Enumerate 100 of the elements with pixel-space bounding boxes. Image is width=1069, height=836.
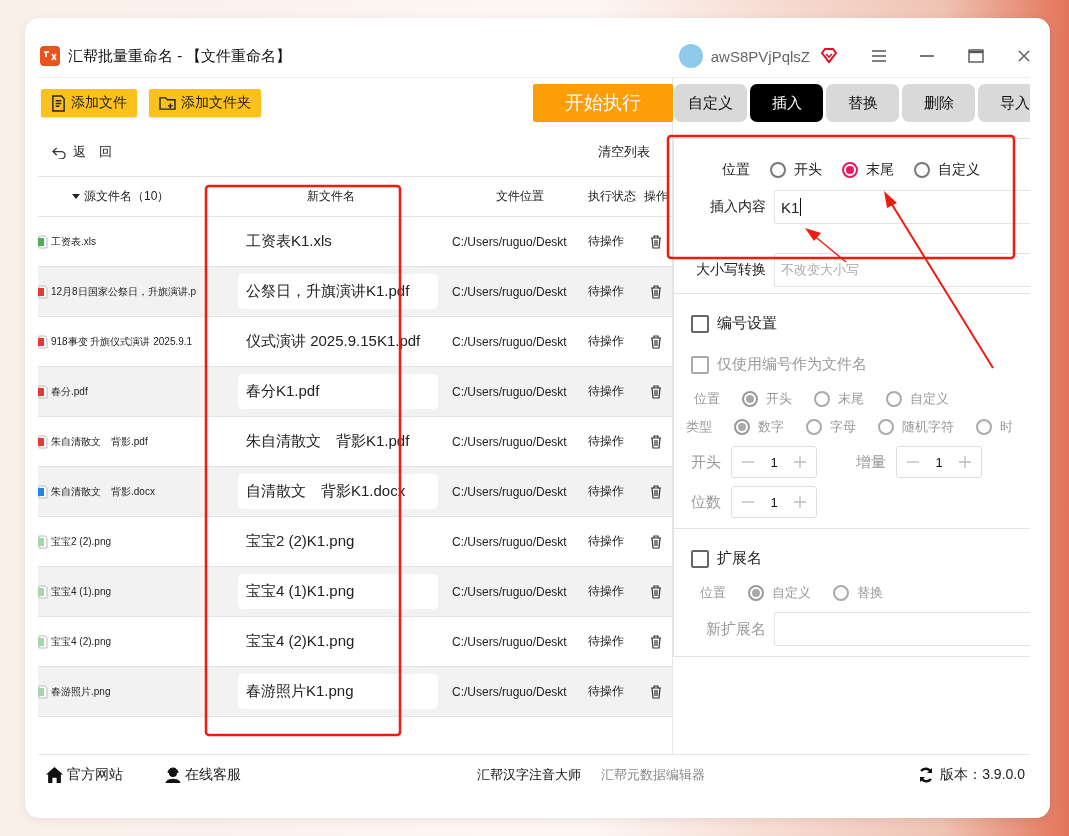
radio-option[interactable]: 开头 [770,161,822,179]
product-link[interactable]: 汇帮元数据编辑器 [600,766,705,784]
table-cell-text: 待操作 [588,583,625,600]
file-icon [38,334,48,349]
table-cell: 宝宝2 (2).png [51,534,112,549]
tab[interactable]: 导入 [978,84,1030,122]
field-label: 类型 [686,418,712,436]
delete-icon[interactable] [650,484,662,499]
radio-option[interactable]: 末尾 [842,161,894,179]
delete-icon[interactable] [650,634,662,649]
diamond-icon[interactable] [820,48,838,64]
checkbox-icon [691,314,709,333]
delete-icon[interactable] [650,534,662,549]
table-cell-text: C:/Users/ruguo/Deskt [452,384,568,399]
table-cell-text: 待操作 [588,483,625,500]
add-folder-button[interactable]: 添加文件夹 [149,89,261,117]
file-icon [38,284,48,299]
table-cell-text: C:/Users/ruguo/Deskt [452,584,568,599]
checkbox[interactable]: 编号设置 [686,308,1030,339]
delete-icon[interactable] [650,234,662,249]
delete-icon[interactable] [650,684,662,699]
window-title: 汇帮批量重命名 - 【文件重命名】 [68,46,292,66]
table-cell-text: C:/Users/ruguo/Deskt [452,334,568,349]
field-label: 位置 [700,584,726,602]
tab[interactable]: 自定义 [674,84,747,122]
table-cell-text: 待操作 [588,233,625,250]
checkbox-icon [691,355,709,374]
new-name-field[interactable]: 春分K1.pdf [238,374,438,409]
table-cell-text: 待操作 [588,333,625,350]
file-icon [38,684,48,699]
app-logo-icon [40,46,60,66]
table-cell-text: 待操作 [588,433,625,450]
folder-add-icon [159,95,176,111]
sort-caret-icon[interactable] [72,194,80,199]
field-label: 开头 [691,452,721,472]
table-cell: 春分.pdf [51,384,88,399]
tab[interactable]: 替换 [826,84,899,122]
file-icon [38,384,48,399]
column-header: 文件位置 [495,188,545,205]
tab[interactable]: 删除 [902,84,975,122]
annotation-arrow [805,228,847,263]
field-label: 位置 [722,161,750,179]
table-cell-text: C:/Users/ruguo/Deskt [452,284,568,299]
delete-icon[interactable] [650,434,662,449]
delete-icon[interactable] [650,334,662,349]
add-file-button[interactable]: 添加文件 [41,89,137,117]
delete-icon[interactable] [650,584,662,599]
column-header: 操作 [643,188,669,205]
checkbox-icon [691,549,709,568]
version-label: 版本：3.9.0.0 [940,766,1025,784]
table-cell: 春游照片.png [51,684,111,699]
column-header[interactable]: 源文件名（10） [84,188,170,205]
new-name-field[interactable]: 宝宝4 (1)K1.png [238,574,438,609]
table-cell-text: C:/Users/ruguo/Deskt [452,634,568,649]
delete-icon[interactable] [650,284,662,299]
radio-option[interactable]: 自定义 [914,161,980,179]
back-arrow-icon [52,145,67,159]
menu-icon[interactable] [872,50,886,62]
table-cell-text: C:/Users/ruguo/Deskt [452,234,568,249]
maximize-icon[interactable] [968,49,984,63]
home-icon [46,767,63,783]
table-cell: 工资表.xls [51,234,96,249]
file-icon [38,534,48,549]
field-label: 大小写转换 [695,261,766,279]
table-cell: 朱自清散文 背影.docx [51,484,155,499]
insert-content-field[interactable]: K1 [774,190,1030,224]
footer-link[interactable]: 在线客服 [165,766,241,784]
table-cell-text: C:/Users/ruguo/Deskt [452,684,568,699]
field-label: 插入内容 [709,198,766,216]
file-icon [38,584,48,599]
table-cell: 918事变 升旗仪式演讲 2025.9.1 [51,334,193,349]
table-cell-text: 待操作 [588,633,625,650]
file-icon [38,434,48,449]
table-cell-text: C:/Users/ruguo/Deskt [452,534,568,549]
table-cell-text: 待操作 [588,683,625,700]
field-label: 新扩展名 [705,619,766,639]
column-header: 执行状态 [588,188,637,205]
clear-list-button[interactable]: 清空列表 [598,143,650,161]
support-agent-icon [165,767,181,783]
new-name-field[interactable]: 春游照片K1.png [238,674,438,709]
table-cell-text: 待操作 [588,533,625,550]
delete-icon[interactable] [650,384,662,399]
tab[interactable]: 插入 [750,84,823,122]
file-icon [38,234,48,249]
table-cell-text: C:/Users/ruguo/Deskt [452,434,568,449]
username[interactable]: awS8PVjPqlsZ [710,47,810,65]
table-cell-text: 待操作 [588,283,625,300]
table-cell-text: C:/Users/ruguo/Deskt [452,484,568,499]
new-extension-field[interactable] [774,612,1030,646]
file-list-icon [51,94,66,112]
footer-link[interactable]: 官方网站 [46,766,123,784]
close-icon[interactable] [1018,50,1030,62]
field-label: 位数 [691,492,721,512]
back-button[interactable]: 返 回 [52,143,112,161]
product-link[interactable]: 汇帮汉字注音大师 [476,766,581,784]
field-label: 位置 [694,390,720,408]
refresh-icon[interactable] [918,767,935,783]
checkbox[interactable]: 扩展名 [686,543,1030,574]
table-cell: 宝宝4 (1).png [51,584,112,599]
file-icon [38,484,48,499]
